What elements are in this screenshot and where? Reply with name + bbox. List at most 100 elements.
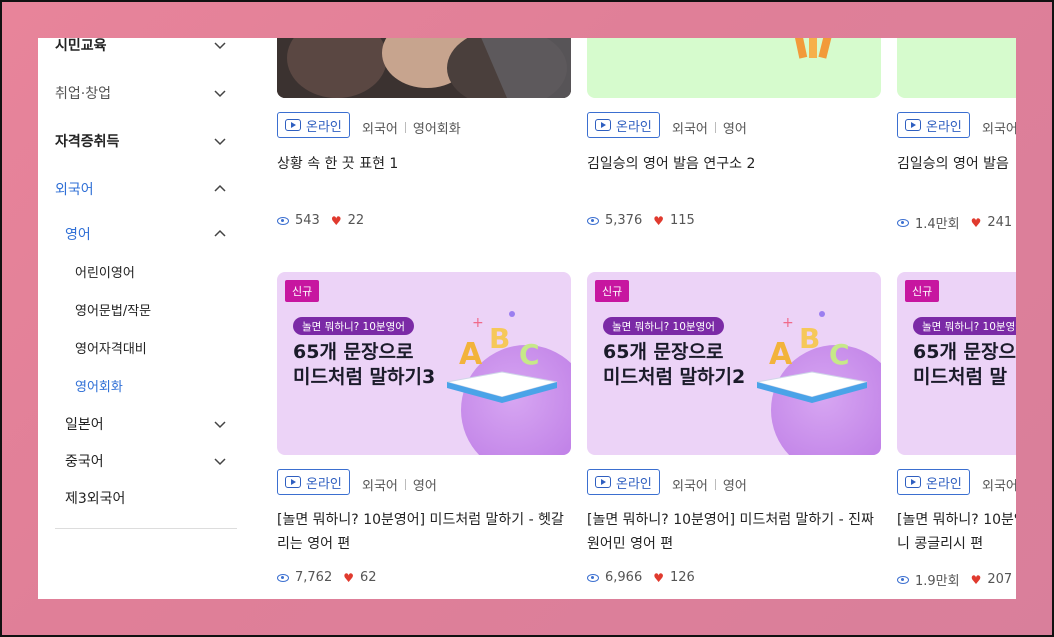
chevron-down-icon [213,417,227,431]
course-card[interactable]: 온라인 외국어 영어회화 상황 속 한 끗 표현 1 543 ♥ 22 [277,38,571,238]
play-icon [285,119,301,131]
promo-pill: 놀면 뭐하니? 10분영어 [603,317,724,335]
like-count: 115 [669,213,695,228]
course-thumbnail[interactable] [897,38,1016,98]
chevron-up-icon [213,227,227,241]
like-count: 62 [359,570,377,585]
course-thumbnail[interactable] [587,38,881,98]
course-title[interactable]: 김일승의 영어 발음 [897,152,1016,176]
chevron-down-icon [213,38,227,52]
sidebar-item-english-conversation[interactable]: 영어회화 [75,372,227,398]
like-count: 22 [347,213,365,228]
new-badge: 신규 [285,280,320,302]
sidebar-item-english[interactable]: 영어 [65,221,227,247]
sidebar-item-label: 일본어 [65,417,104,433]
sidebar-divider [55,528,237,529]
sidebar-item-label: 제3외국어 [65,491,126,507]
view-count: 7,762 [295,570,333,585]
sidebar-item-label: 외국어 [55,182,94,198]
svg-text:C: C [519,338,540,371]
course-thumbnail[interactable]: 신규 놀면 뭐하니? 10분영어 65개 문장으로 미드처럼 말하기3 A B … [277,272,571,455]
svg-text:+: + [472,315,484,331]
view-count: 1.4만회 [915,217,960,232]
svg-text:+: + [782,315,794,331]
sidebar-item-label: 중국어 [65,454,104,470]
online-badge: 온라인 [587,112,660,138]
abc-book-icon: A B C + [756,311,868,403]
course-card[interactable]: 신규 놀면 뭐하니? 10분영어 65개 문장으 미드처럼 말 온라인 외국어 … [897,272,1016,599]
heart-icon: ♥ [343,570,354,585]
category-sidebar: 시민교육 취업·창업 자격증취득 외국어 영어 어린이영어 영어문법/작문 영어… [38,38,238,599]
abc-book-icon: A B C + [446,311,558,403]
new-badge: 신규 [595,280,630,302]
course-stats: 543 ♥ 22 [277,213,364,228]
like-count: 126 [669,570,695,585]
course-card[interactable]: 신규 놀면 뭐하니? 10분영어 65개 문장으로 미드처럼 말하기2 A B … [587,272,881,599]
like-count: 207 [987,572,1013,587]
sidebar-item-label: 어린이영어 [75,265,135,281]
svg-text:B: B [489,322,510,355]
svg-text:B: B [799,322,820,355]
eye-icon [587,573,599,582]
eye-icon [277,216,289,225]
sidebar-item-foreign-language[interactable]: 외국어 [55,176,227,202]
course-thumbnail[interactable] [277,38,571,98]
eye-icon [897,218,909,227]
promo-headline: 65개 문장으로 미드처럼 말하기2 [603,341,746,388]
view-count: 6,966 [605,570,643,585]
eye-icon [277,573,289,582]
sidebar-item-label: 영어자격대비 [75,341,147,357]
svg-text:A: A [459,337,483,372]
promo-headline: 65개 문장으로 미드처럼 말하기3 [293,341,436,388]
chevron-up-icon [213,182,227,196]
course-card[interactable]: 온라인 외국어 영어 김일승의 영어 발음 연구소 2 5,376 ♥ 115 [587,38,881,238]
course-category: 외국어 영어 [672,122,747,137]
sidebar-item-employment[interactable]: 취업·창업 [55,80,227,106]
sidebar-item-english-grammar[interactable]: 영어문법/작문 [75,296,227,322]
sidebar-item-japanese[interactable]: 일본어 [65,411,227,437]
course-thumbnail[interactable]: 신규 놀면 뭐하니? 10분영어 65개 문장으로 미드처럼 말하기2 A B … [587,272,881,455]
new-badge: 신규 [905,280,940,302]
promo-headline: 65개 문장으 미드처럼 말 [913,341,1016,388]
online-badge: 온라인 [897,469,970,495]
sidebar-item-certification[interactable]: 자격증취득 [55,128,227,154]
eye-icon [897,575,909,584]
course-title[interactable]: 김일승의 영어 발음 연구소 2 [587,152,879,176]
thumbnail-photo [277,38,571,98]
eye-icon [587,216,599,225]
course-card[interactable]: 온라인 외국어 김일승의 영어 발음 1.4만회 ♥ 241 [897,38,1016,238]
course-title[interactable]: 상황 속 한 끗 표현 1 [277,152,569,176]
browser-window: 시민교육 취업·창업 자격증취득 외국어 영어 어린이영어 영어문법/작문 영어… [38,38,1016,599]
play-icon [285,476,301,488]
promo-pill: 놀면 뭐하니? 10분영어 [913,317,1016,335]
course-title[interactable]: [놀면 뭐하니? 10분영어] 미드처럼 말하기 - 진짜 원어민 영어 편 [587,508,879,556]
course-stats: 5,376 ♥ 115 [587,213,695,228]
sidebar-item-label: 영어문법/작문 [75,303,152,319]
online-badge: 온라인 [277,469,350,495]
course-thumbnail[interactable]: 신규 놀면 뭐하니? 10분영어 65개 문장으 미드처럼 말 [897,272,1016,455]
course-card[interactable]: 신규 놀면 뭐하니? 10분영어 65개 문장으로 미드처럼 말하기3 A B … [277,272,571,599]
course-stats: 1.9만회 ♥ 207 [897,570,1012,589]
course-stats: 7,762 ♥ 62 [277,570,377,585]
course-title[interactable]: [놀면 뭐하니? 10분영어] 미드처럼 말하기 - 고보니 콩글리시 편 [897,508,1016,556]
chevron-down-icon [213,134,227,148]
promo-pill: 놀면 뭐하니? 10분영어 [293,317,414,335]
sidebar-item-english-certification[interactable]: 영어자격대비 [75,334,227,360]
online-badge: 온라인 [897,112,970,138]
sidebar-item-kids-english[interactable]: 어린이영어 [75,258,227,284]
chevron-down-icon [213,86,227,100]
sidebar-item-label: 시민교육 [55,38,107,54]
course-title[interactable]: [놀면 뭐하니? 10분영어] 미드처럼 말하기 - 헷갈리는 영어 편 [277,508,569,556]
heart-icon: ♥ [653,213,664,228]
play-icon [905,119,921,131]
sidebar-item-chinese[interactable]: 중국어 [65,448,227,474]
heart-icon: ♥ [970,572,982,587]
like-count: 241 [987,215,1013,230]
course-stats: 6,966 ♥ 126 [587,570,695,585]
sidebar-item-third-language[interactable]: 제3외국어 [65,485,227,511]
play-icon [595,476,611,488]
chevron-down-icon [213,454,227,468]
heart-icon: ♥ [970,215,982,230]
sidebar-item-civic-education[interactable]: 시민교육 [55,38,227,58]
view-count: 543 [295,213,320,228]
